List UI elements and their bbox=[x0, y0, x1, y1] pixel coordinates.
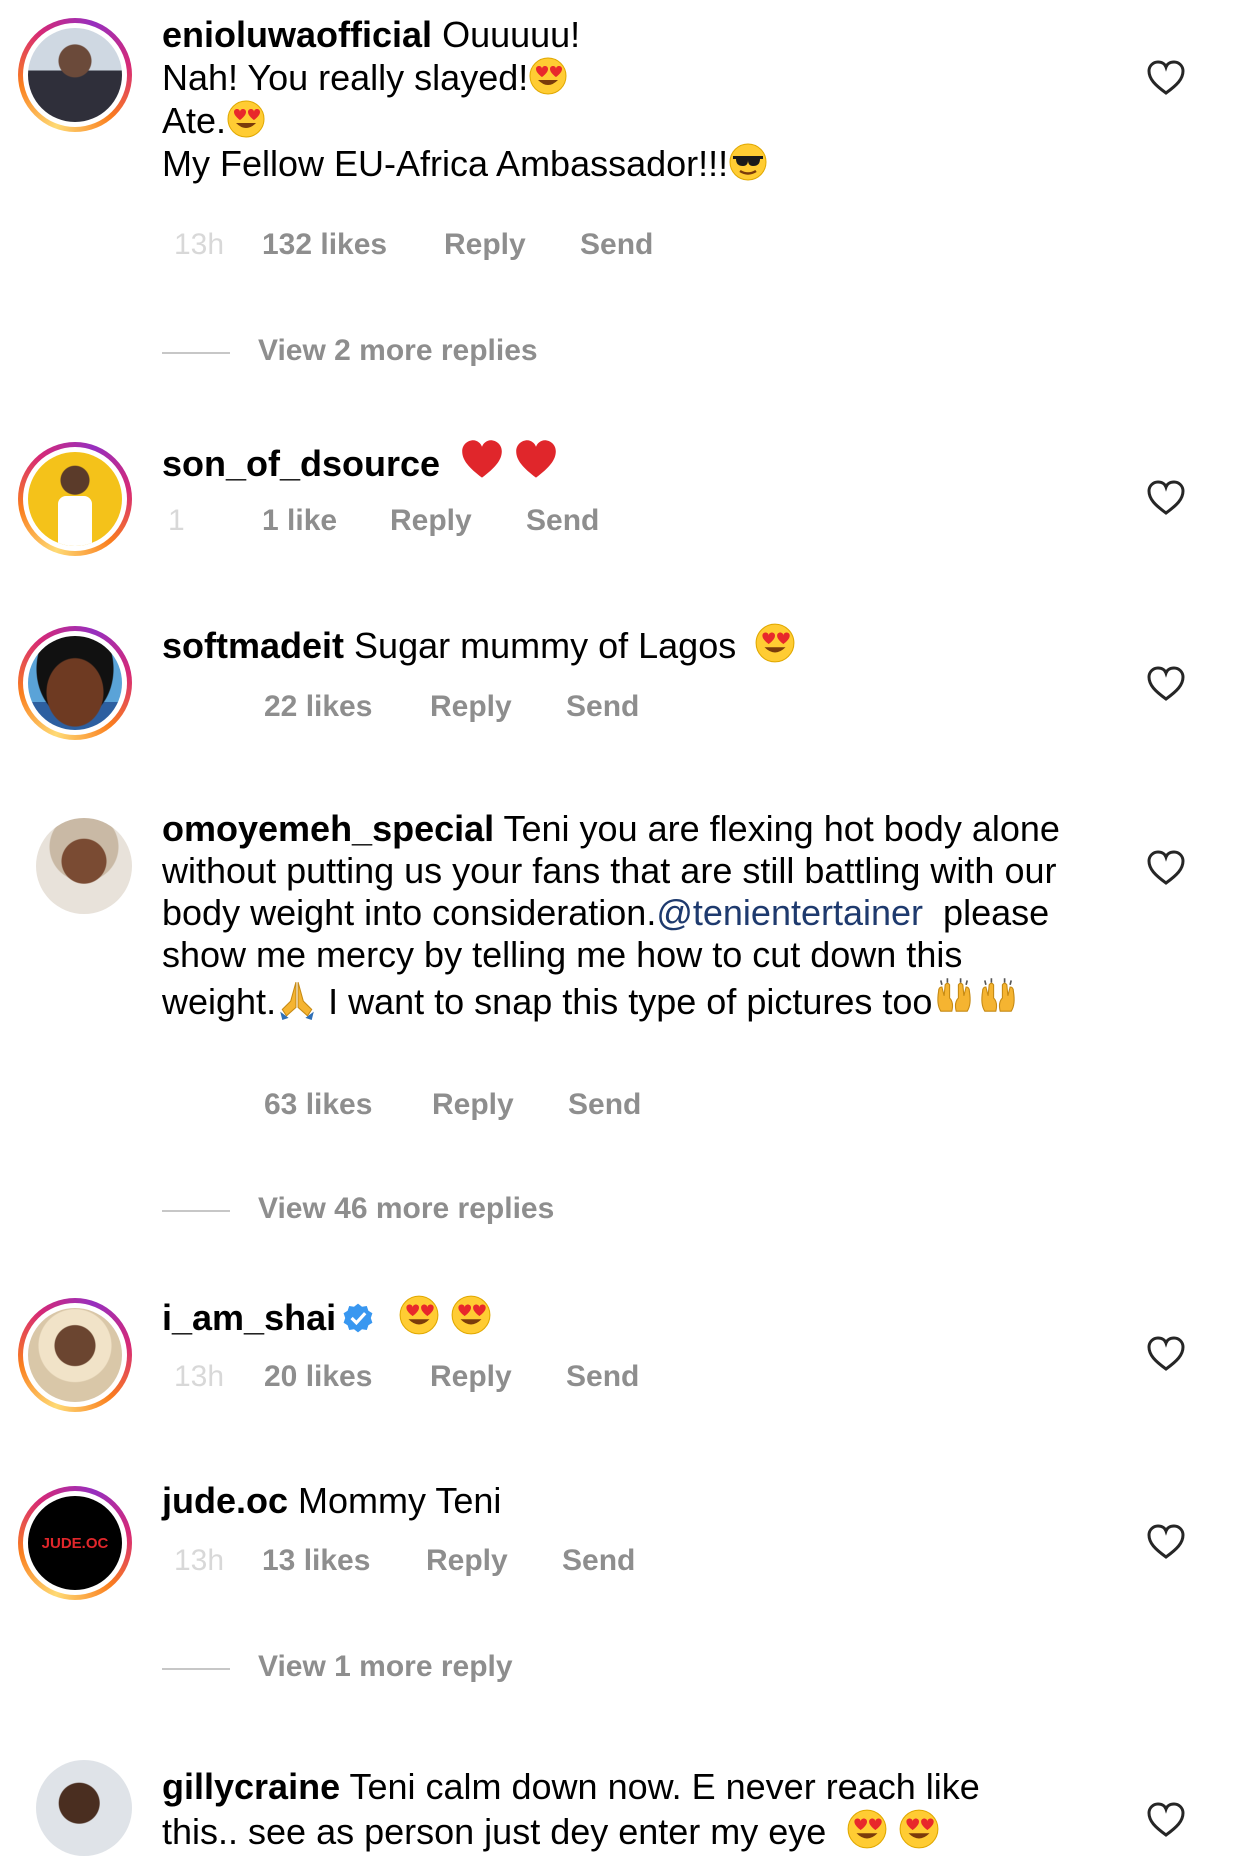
heart-eyes-emoji bbox=[846, 1808, 888, 1850]
mention-link[interactable]: @tenientertainer bbox=[656, 892, 923, 933]
heart-eyes-emoji bbox=[898, 1808, 940, 1850]
likes-count[interactable]: 20 likes bbox=[264, 1360, 372, 1394]
comment-text: jude.oc Mommy Teni bbox=[162, 1480, 502, 1521]
heart-eyes-emoji bbox=[754, 622, 796, 664]
timestamp: 13h bbox=[174, 228, 225, 261]
username[interactable]: gillycraine bbox=[162, 1766, 340, 1807]
heart-outline-icon[interactable] bbox=[1146, 1800, 1186, 1840]
likes-count[interactable]: 132 likes bbox=[262, 228, 387, 262]
username[interactable]: i_am_shai bbox=[162, 1297, 336, 1338]
raising-hands-emoji bbox=[932, 976, 976, 1020]
reply-button[interactable]: Reply bbox=[430, 690, 512, 724]
comment-text: gillycraine Teni calm down now. E never … bbox=[162, 1766, 980, 1852]
divider bbox=[162, 1210, 230, 1212]
heart-outline-icon[interactable] bbox=[1146, 848, 1186, 888]
red-heart-emoji bbox=[460, 438, 504, 482]
send-button[interactable]: Send bbox=[562, 1544, 635, 1578]
heart-outline-icon[interactable] bbox=[1146, 664, 1186, 704]
send-button[interactable]: Send bbox=[566, 690, 639, 724]
heart-outline-icon[interactable] bbox=[1146, 58, 1186, 98]
avatar[interactable] bbox=[18, 442, 132, 556]
send-button[interactable]: Send bbox=[526, 504, 599, 538]
send-button[interactable]: Send bbox=[568, 1088, 641, 1122]
reply-button[interactable]: Reply bbox=[432, 1088, 514, 1122]
username[interactable]: son_of_dsource bbox=[162, 443, 440, 484]
reply-button[interactable]: Reply bbox=[390, 504, 472, 538]
likes-count[interactable]: 63 likes bbox=[264, 1088, 372, 1122]
heart-eyes-emoji bbox=[398, 1294, 440, 1336]
avatar[interactable] bbox=[18, 800, 132, 914]
heart-eyes-emoji bbox=[226, 99, 266, 139]
avatar-label: JUDE.OC bbox=[41, 1534, 109, 1552]
timestamp: 13h bbox=[174, 1360, 225, 1393]
username[interactable]: softmadeit bbox=[162, 625, 344, 666]
likes-count[interactable]: 22 likes bbox=[264, 690, 372, 724]
heart-outline-icon[interactable] bbox=[1146, 1522, 1186, 1562]
likes-count[interactable]: 1 like bbox=[262, 504, 337, 538]
send-button[interactable]: Send bbox=[566, 1360, 639, 1394]
verified-badge-icon bbox=[343, 1303, 373, 1333]
likes-count[interactable]: 13 likes bbox=[262, 1544, 370, 1578]
timestamp: 1 bbox=[168, 504, 185, 537]
username[interactable]: jude.oc bbox=[162, 1480, 288, 1521]
comment-text: softmadeit Sugar mummy of Lagos bbox=[162, 622, 1082, 667]
comment-text: omoyemeh_special Teni you are flexing ho… bbox=[162, 808, 1060, 1022]
reply-button[interactable]: Reply bbox=[426, 1544, 508, 1578]
avatar[interactable] bbox=[18, 18, 132, 132]
avatar[interactable]: JUDE.OC bbox=[18, 1486, 132, 1600]
divider bbox=[162, 352, 230, 354]
username[interactable]: enioluwaofficial bbox=[162, 14, 432, 55]
username[interactable]: omoyemeh_special bbox=[162, 808, 494, 849]
heart-outline-icon[interactable] bbox=[1146, 1334, 1186, 1374]
comment-text: enioluwaofficial Ouuuuu! Nah! You really… bbox=[162, 14, 1082, 185]
sunglasses-emoji bbox=[728, 142, 768, 182]
praying-hands-emoji bbox=[276, 978, 318, 1020]
send-button[interactable]: Send bbox=[580, 228, 653, 262]
avatar[interactable] bbox=[18, 1742, 132, 1856]
avatar[interactable] bbox=[18, 1298, 132, 1412]
heart-eyes-emoji bbox=[450, 1294, 492, 1336]
avatar[interactable] bbox=[18, 626, 132, 740]
comment-text: i_am_shai bbox=[162, 1294, 1082, 1339]
reply-button[interactable]: Reply bbox=[444, 228, 526, 262]
red-heart-emoji bbox=[514, 438, 558, 482]
comment-text: son_of_dsource bbox=[162, 438, 1082, 485]
heart-outline-icon[interactable] bbox=[1146, 478, 1186, 518]
timestamp: 13h bbox=[174, 1544, 225, 1577]
heart-eyes-emoji bbox=[528, 56, 568, 96]
raising-hands-emoji bbox=[976, 976, 1020, 1020]
reply-button[interactable]: Reply bbox=[430, 1360, 512, 1394]
divider bbox=[162, 1668, 230, 1670]
